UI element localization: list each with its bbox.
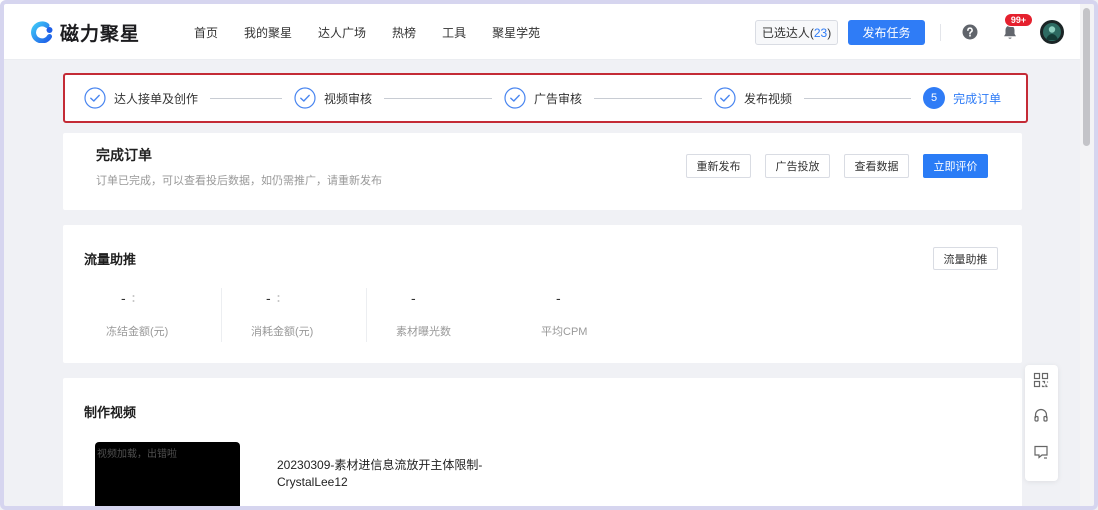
logo-text: 磁力聚星 xyxy=(60,23,141,45)
feedback-icon[interactable] xyxy=(1033,444,1049,460)
logo[interactable]: 磁力聚星 xyxy=(29,20,141,45)
step-label: 视频审核 xyxy=(324,91,373,106)
step-connector xyxy=(384,97,493,99)
main-nav: 首页 我的聚星 达人广场 热榜 工具 聚星学苑 xyxy=(194,24,540,40)
video-load-error-text: 视频加载，出错啦 xyxy=(97,449,177,460)
step-number-badge: 5 xyxy=(923,87,946,109)
video-name-line: CrystalLee12 xyxy=(277,475,348,489)
step-complete-order: 5 完成订单 xyxy=(923,87,1001,109)
step-creator-accept: 达人接单及创作 xyxy=(84,87,198,109)
stat-value: - xyxy=(266,290,280,306)
order-status-description: 订单已完成，可以查看投后数据，如仍需推广，请重新发布 xyxy=(96,175,382,187)
logo-icon xyxy=(29,21,55,43)
selected-creators-label: 已选达人 xyxy=(761,26,810,40)
video-name-line: 20230309-素材进信息流放开主体限制- xyxy=(277,458,483,472)
nav-item-academy[interactable]: 聚星学苑 xyxy=(492,24,540,41)
step-label: 完成订单 xyxy=(953,91,1002,106)
traffic-boost-card: 流量助推 流量助推 - 冻结金额(元) - 消耗金额(元) - 素材曝光数 - xyxy=(63,225,1022,363)
stat-label: 平均CPM xyxy=(541,326,588,338)
header-divider xyxy=(940,24,941,41)
stat-value: - xyxy=(121,290,135,306)
order-actions: 重新发布 广告投放 查看数据 立即评价 xyxy=(686,154,988,178)
page-scrollbar[interactable] xyxy=(1080,0,1094,510)
step-connector xyxy=(804,97,912,99)
headset-icon[interactable] xyxy=(1033,407,1049,423)
video-production-title: 制作视频 xyxy=(84,405,137,420)
step-video-review: 视频审核 xyxy=(294,87,372,109)
nav-item-tools[interactable]: 工具 xyxy=(442,24,466,41)
publish-task-button[interactable]: 发布任务 xyxy=(848,20,925,45)
step-label: 广告审核 xyxy=(534,91,583,106)
stat-material-impressions: - 素材曝光数 xyxy=(367,288,512,342)
stat-value-text: - xyxy=(266,290,271,306)
nav-item-my-juxing[interactable]: 我的聚星 xyxy=(244,24,292,41)
qrcode-icon[interactable] xyxy=(1033,372,1049,388)
floating-toolbar xyxy=(1025,365,1058,481)
stat-label: 冻结金额(元) xyxy=(106,326,169,338)
scrollbar-thumb[interactable] xyxy=(1083,8,1090,146)
more-dots-icon xyxy=(132,294,135,303)
help-icon[interactable] xyxy=(962,24,978,40)
top-header: 磁力聚星 首页 我的聚星 达人广场 热榜 工具 聚星学苑 已选达人23 发布任务… xyxy=(0,0,1080,60)
video-production-card: 制作视频 视频加载，出错啦 20230309-素材进信息流放开主体限制- Cry… xyxy=(63,378,1022,510)
stat-value-text: - xyxy=(411,290,416,306)
traffic-boost-button[interactable]: 流量助推 xyxy=(933,247,998,270)
traffic-boost-stats: - 冻结金额(元) - 消耗金额(元) - 素材曝光数 - 平均CPM xyxy=(77,288,657,342)
stat-value-text: - xyxy=(556,290,561,306)
stat-value-text: - xyxy=(121,290,126,306)
video-thumbnail[interactable]: 视频加载，出错啦 xyxy=(95,442,240,510)
check-circle-icon xyxy=(84,87,106,109)
more-dots-icon xyxy=(277,294,280,303)
step-label: 发布视频 xyxy=(744,91,793,106)
step-connector xyxy=(210,97,283,99)
video-name: 20230309-素材进信息流放开主体限制- CrystalLee12 xyxy=(277,457,482,491)
republish-button[interactable]: 重新发布 xyxy=(686,154,751,178)
stat-spent-amount: - 消耗金额(元) xyxy=(222,288,367,342)
step-publish-video: 发布视频 xyxy=(714,87,792,109)
stat-value: - xyxy=(411,290,416,306)
stat-frozen-amount: - 冻结金额(元) xyxy=(77,288,222,342)
step-ad-review: 广告审核 xyxy=(504,87,582,109)
step-label: 达人接单及创作 xyxy=(114,91,199,106)
order-status-card: 完成订单 订单已完成，可以查看投后数据，如仍需推广，请重新发布 重新发布 广告投… xyxy=(63,133,1022,210)
nav-item-home[interactable]: 首页 xyxy=(194,24,218,41)
rate-now-button[interactable]: 立即评价 xyxy=(923,154,988,178)
selected-creators-button[interactable]: 已选达人23 xyxy=(755,20,838,45)
notification-badge: 99+ xyxy=(1004,13,1033,27)
order-progress-steps: 达人接单及创作 视频审核 广告审核 发布视频 5 完成订单 xyxy=(63,73,1028,123)
traffic-boost-title: 流量助推 xyxy=(84,252,137,267)
order-status-title: 完成订单 xyxy=(96,147,152,163)
stat-value: - xyxy=(556,290,561,306)
stat-average-cpm: - 平均CPM xyxy=(512,288,657,342)
nav-item-hot-list[interactable]: 热榜 xyxy=(392,24,416,41)
nav-item-creator-square[interactable]: 达人广场 xyxy=(318,24,366,41)
stat-label: 素材曝光数 xyxy=(396,326,451,338)
view-data-button[interactable]: 查看数据 xyxy=(844,154,909,178)
avatar[interactable] xyxy=(1040,20,1064,44)
ad-placement-button[interactable]: 广告投放 xyxy=(765,154,830,178)
check-circle-icon xyxy=(294,87,316,109)
step-connector xyxy=(594,97,703,99)
check-circle-icon xyxy=(714,87,736,109)
stat-label: 消耗金额(元) xyxy=(251,326,314,338)
selected-creators-count: 23 xyxy=(810,26,831,40)
check-circle-icon xyxy=(504,87,526,109)
